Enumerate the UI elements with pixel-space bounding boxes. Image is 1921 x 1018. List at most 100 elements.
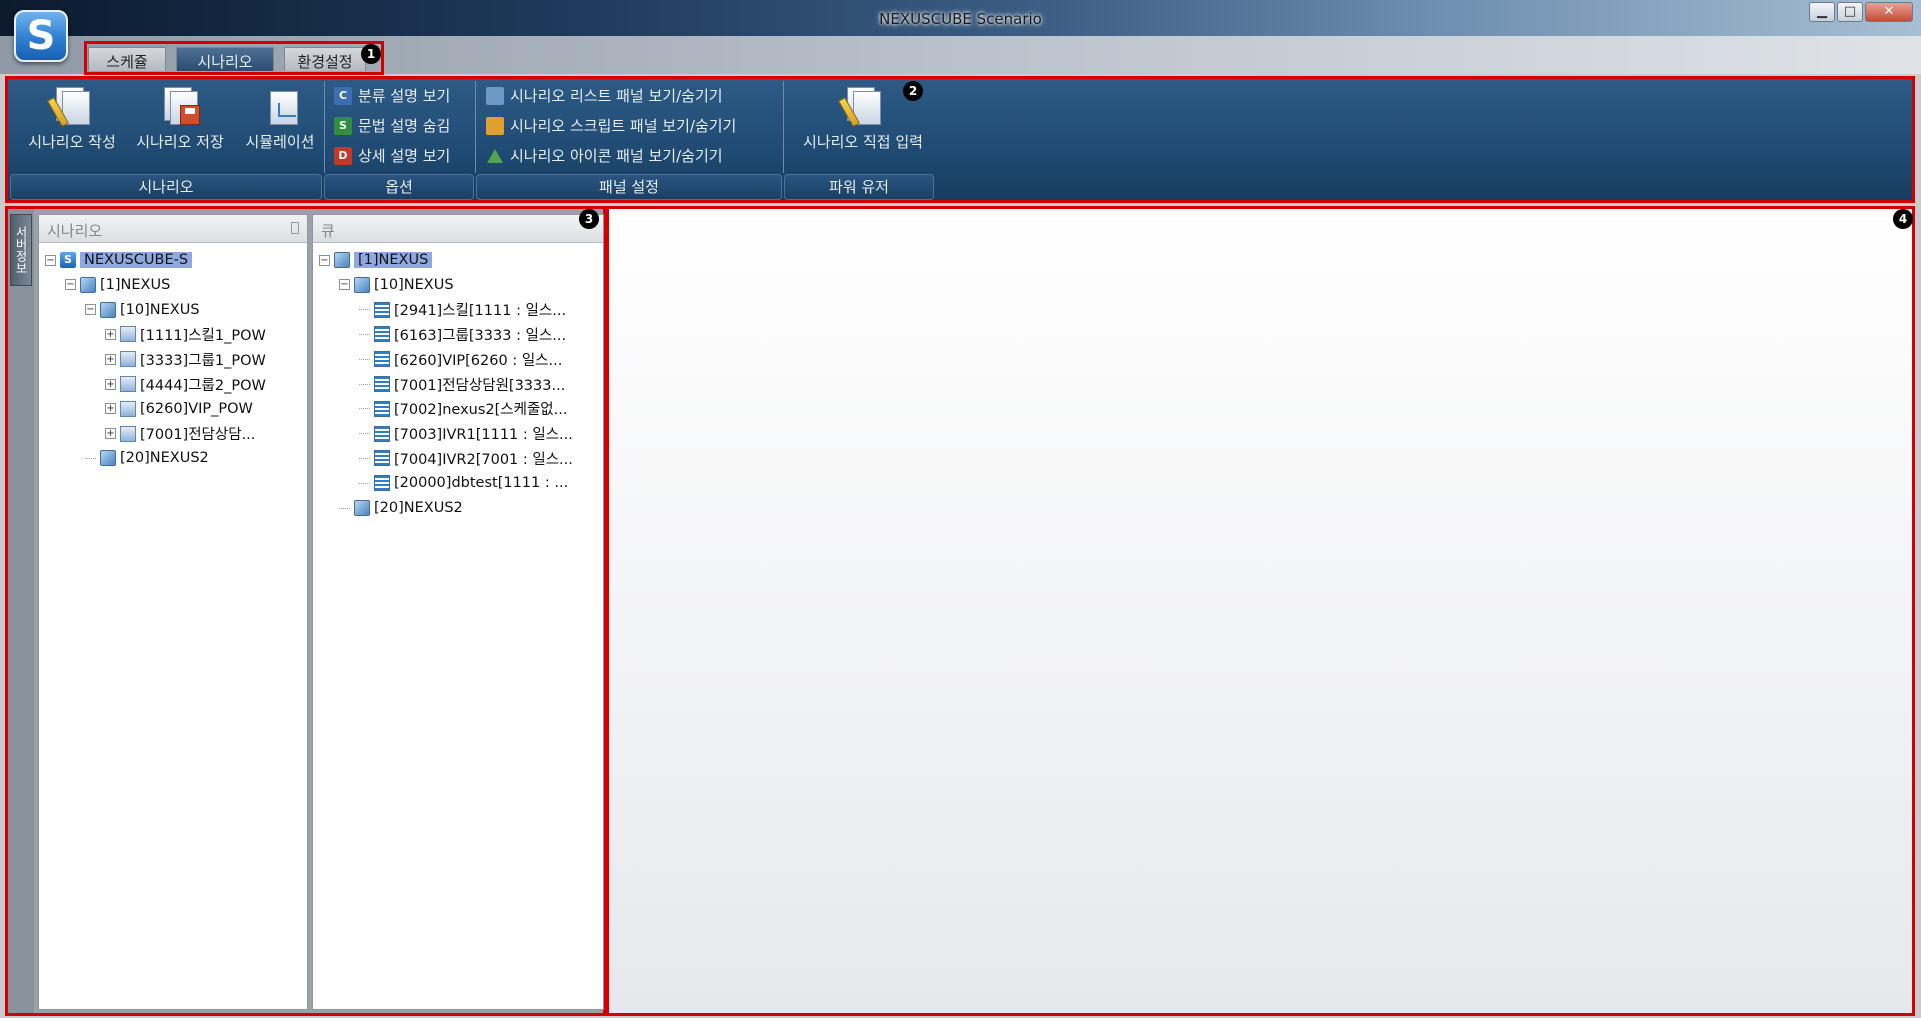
callout-badge-3: 3 — [579, 209, 599, 229]
queue-panel-title: 큐 — [321, 222, 335, 240]
tree-node[interactable]: [2941]스킬[1111 : 일스... — [359, 299, 566, 321]
category-desc-icon: C — [334, 86, 352, 105]
scenario-panel-title: 시나리오 — [47, 222, 103, 240]
cube-icon — [354, 500, 370, 516]
tree-node-label: [3333]그룹1_POW — [140, 352, 266, 369]
expand-icon[interactable]: + — [105, 328, 116, 340]
tree-node[interactable]: + [4444]그룹2_POW — [105, 373, 266, 395]
queue-icon — [374, 450, 390, 467]
doc-icon — [120, 400, 136, 417]
tree-node-label: [20]NEXUS2 — [120, 450, 209, 467]
icon-panel-toggle[interactable]: 시나리오 아이콘 패널 보기/숨기기 — [486, 145, 723, 166]
collapse-icon[interactable]: − — [339, 279, 350, 291]
doc-icon — [120, 351, 136, 368]
tree-node[interactable]: [20]NEXUS2 — [339, 497, 463, 519]
ribbon-group-scenario: 시나리오 — [10, 174, 322, 200]
window-controls: ▁ □ ✕ — [1809, 2, 1913, 22]
queue-icon — [374, 400, 390, 417]
category-desc-toggle[interactable]: C 분류 설명 보기 — [334, 85, 450, 106]
syntax-desc-label: 문법 설명 숨김 — [358, 117, 451, 135]
tree-leaf-line — [359, 333, 370, 335]
tree-node[interactable]: [20]NEXUS2 — [85, 447, 209, 469]
tree-node[interactable]: − [1]NEXUS — [65, 274, 170, 296]
cube-icon — [80, 276, 96, 293]
scenario-tree: − S NEXUSCUBE-S − [1]NEXUS − [10]NEXUS + [1111]스… — [39, 243, 307, 467]
tree-node[interactable]: + [3333]그룹1_POW — [105, 348, 266, 370]
ribbon-group-power-user: 파워 유저 — [784, 174, 934, 200]
tree-node[interactable]: [7003]IVR1[1111 : 일스... — [359, 423, 573, 445]
tree-node[interactable]: − [10]NEXUS — [339, 274, 454, 296]
tree-leaf-line — [359, 383, 370, 385]
queue-panel: 큐 − [1]NEXUS − [10]NEXUS [2941]스킬[1111 : 일스.… — [312, 214, 604, 1010]
simulation-button[interactable]: 시뮬레이션 — [234, 85, 326, 152]
detail-desc-label: 상세 설명 보기 — [358, 147, 451, 165]
tree-node[interactable]: [6260]VIP[6260 : 일스... — [359, 348, 562, 370]
tree-node-label: [7001]전담상담... — [140, 427, 256, 444]
scenario-save-icon — [160, 85, 200, 125]
tree-node-label: [7003]IVR1[1111 : 일스... — [394, 427, 573, 444]
tree-node-label: [7004]IVR2[7001 : 일스... — [394, 451, 573, 468]
icon-panel-icon — [486, 147, 504, 165]
scenario-save-label: 시나리오 저장 — [136, 133, 224, 151]
tree-node[interactable]: − S NEXUSCUBE-S — [45, 249, 193, 271]
doc-icon — [120, 376, 136, 392]
tree-node-label: [20000]dbtest[1111 : ... — [394, 475, 569, 492]
collapse-icon[interactable]: − — [319, 254, 330, 266]
tree-node[interactable]: − [10]NEXUS — [85, 299, 200, 321]
tree-node-label: NEXUSCUBE-S — [80, 252, 193, 268]
tree-node[interactable]: + [7001]전담상담... — [105, 423, 255, 445]
tree-node[interactable]: [7004]IVR2[7001 : 일스... — [359, 447, 573, 469]
expand-icon[interactable]: + — [105, 353, 116, 365]
tree-leaf-line — [359, 457, 370, 459]
tree-node[interactable]: + [1111]스킬1_POW — [105, 323, 266, 345]
doc-icon — [120, 326, 136, 343]
maximize-button[interactable]: □ — [1837, 2, 1863, 22]
tree-node-label: [1]NEXUS — [354, 252, 433, 268]
expand-icon[interactable]: + — [105, 403, 116, 415]
cube-icon — [354, 276, 370, 293]
cube-icon — [100, 450, 116, 467]
close-button[interactable]: ✕ — [1865, 2, 1913, 22]
tabs-highlight-box — [84, 41, 384, 75]
collapse-icon[interactable]: − — [85, 304, 96, 316]
scenario-save-button[interactable]: 시나리오 저장 — [126, 85, 234, 152]
expand-icon[interactable]: + — [105, 378, 116, 390]
side-tab-server-info[interactable]: 서버정보 — [10, 214, 32, 286]
detail-desc-toggle[interactable]: D 상세 설명 보기 — [334, 145, 450, 166]
tree-node[interactable]: [6163]그룹[3333 : 일스... — [359, 323, 566, 345]
list-panel-toggle[interactable]: 시나리오 리스트 패널 보기/숨기기 — [486, 85, 723, 106]
tree-leaf-line — [359, 408, 370, 410]
script-panel-toggle[interactable]: 시나리오 스크립트 패널 보기/숨기기 — [486, 115, 736, 136]
tree-node[interactable]: − [1]NEXUS — [319, 249, 433, 271]
tree-node-label: [7001]전담상담원[3333... — [394, 377, 566, 394]
queue-icon — [374, 351, 390, 368]
tree-leaf-line — [339, 507, 350, 509]
tree-node[interactable]: [20000]dbtest[1111 : ... — [359, 472, 568, 494]
tree-leaf-line — [85, 457, 96, 459]
pin-icon[interactable] — [291, 222, 299, 234]
detail-desc-icon: D — [334, 146, 352, 165]
scenario-editor-area[interactable] — [606, 206, 1915, 1016]
tree-node[interactable]: [7002]nexus2[스케줄없... — [359, 398, 567, 420]
tree-node-label: [7002]nexus2[스케줄없... — [394, 402, 568, 419]
simulation-label: 시뮬레이션 — [245, 133, 315, 151]
syntax-desc-toggle[interactable]: S 문법 설명 숨김 — [334, 115, 450, 136]
minimize-button[interactable]: ▁ — [1809, 2, 1835, 22]
tree-node-label: [6260]VIP[6260 : 일스... — [394, 352, 563, 369]
tree-node-label: [1111]스킬1_POW — [140, 327, 266, 344]
app-logo-button[interactable]: S — [14, 10, 68, 62]
ribbon: 시나리오 작성 시나리오 저장 시뮬레이션 C 분류 설명 보기 S 문법 설명… — [5, 76, 1915, 203]
scenario-write-button[interactable]: 시나리오 작성 — [18, 85, 126, 152]
title-bar: NEXUSCUBE Scenario ▁ □ ✕ — [0, 0, 1921, 36]
collapse-icon[interactable]: − — [45, 254, 56, 266]
tree-node-label: [6163]그룹[3333 : 일스... — [394, 327, 567, 344]
simulation-icon — [260, 85, 300, 125]
cube-icon — [334, 252, 350, 268]
tree-node[interactable]: + [6260]VIP_POW — [105, 398, 253, 420]
collapse-icon[interactable]: − — [65, 279, 76, 291]
expand-icon[interactable]: + — [105, 428, 116, 440]
tree-node-label: [1]NEXUS — [100, 276, 171, 293]
tree-node[interactable]: [7001]전담상담원[3333... — [359, 373, 565, 395]
script-panel-label: 시나리오 스크립트 패널 보기/숨기기 — [510, 117, 737, 135]
tree-node-label: [10]NEXUS — [374, 276, 454, 293]
